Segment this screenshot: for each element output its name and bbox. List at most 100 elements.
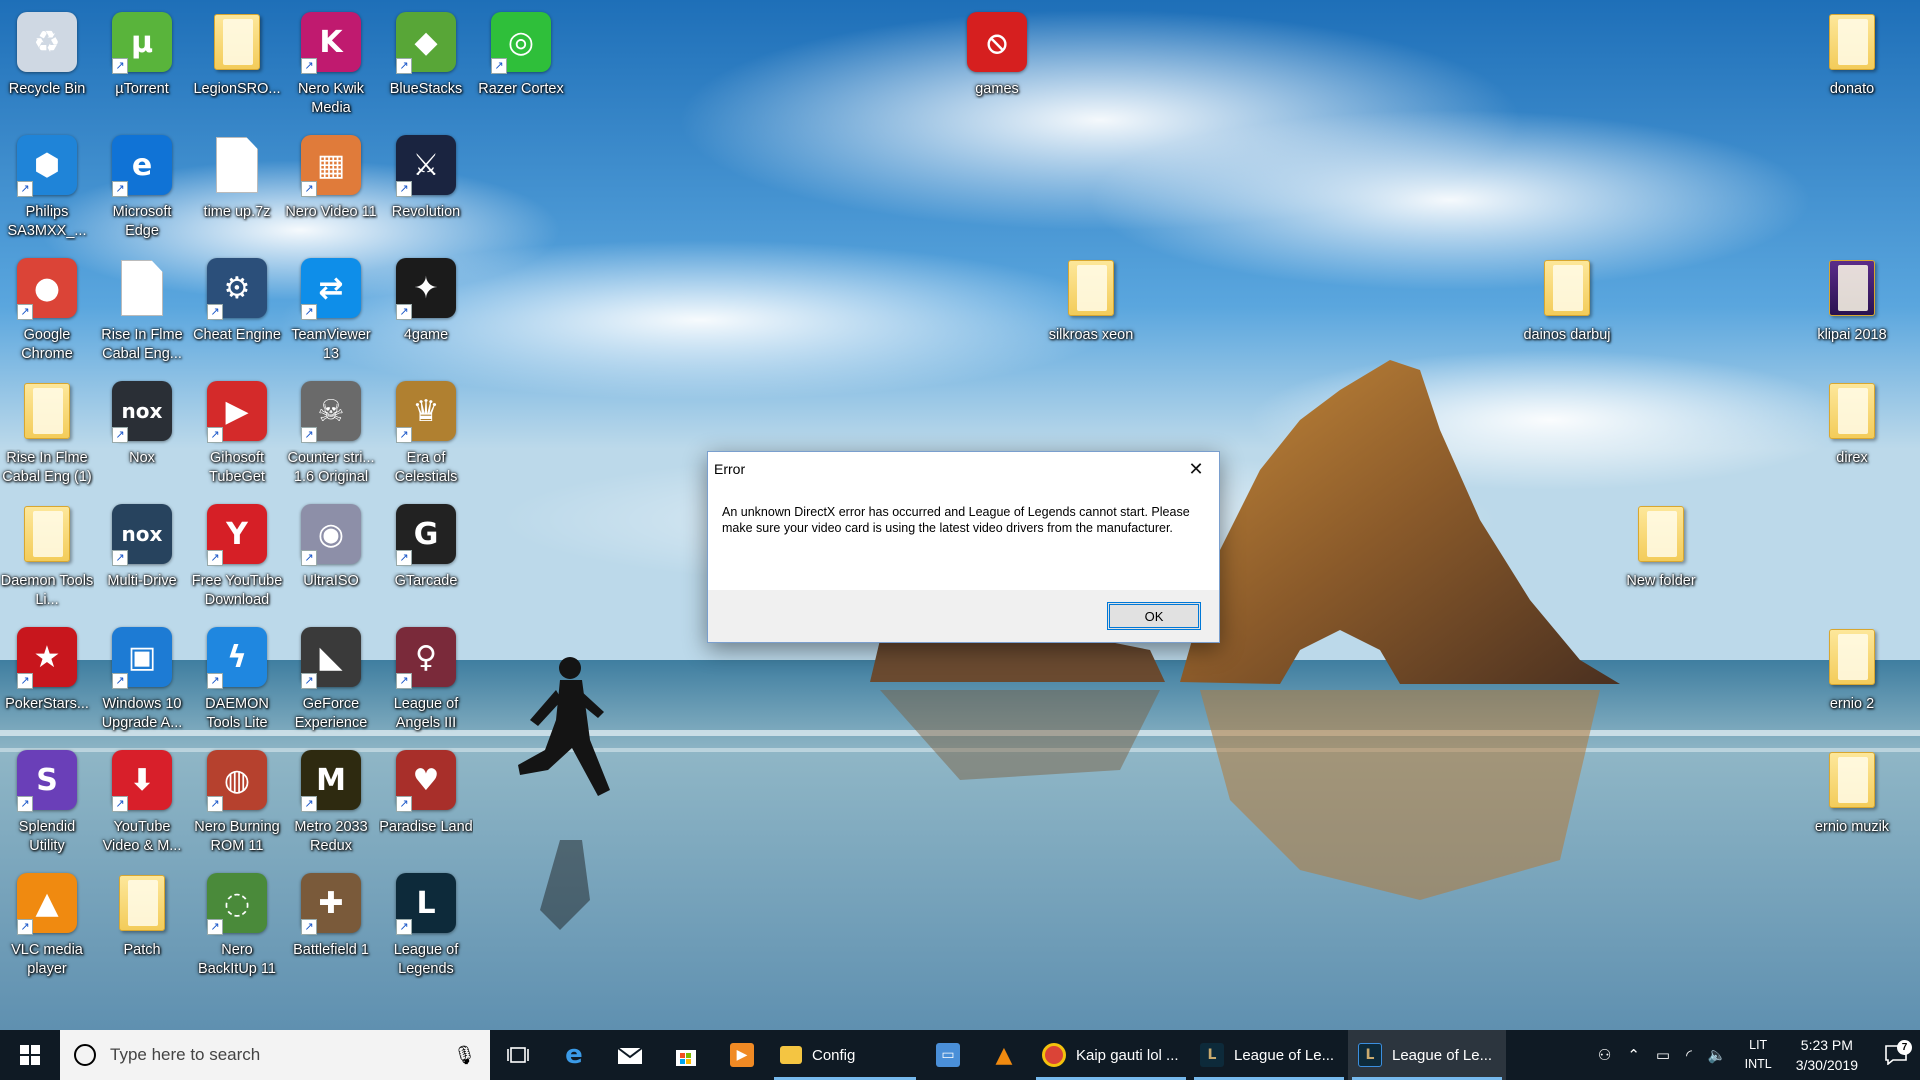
dialog-titlebar[interactable]: Error ✕ <box>708 452 1219 486</box>
taskbar-league-1[interactable]: L League of Le... <box>1190 1030 1348 1080</box>
shortcut-arrow-icon: ↗ <box>17 673 33 689</box>
desktop-icon[interactable]: ⇄ ↗ TeamViewer 13 <box>284 248 378 366</box>
desktop-icon[interactable]: ◣ ↗ GeForce Experience <box>284 617 378 735</box>
shortcut-arrow-icon: ↗ <box>301 427 317 443</box>
desktop-icon-label: Cheat Engine <box>193 327 281 343</box>
recycle-bin-icon: ♻ <box>15 10 79 74</box>
nero-burning-rom-icon: ◍ ↗ <box>205 748 269 812</box>
desktop-icon[interactable]: New folder <box>1614 494 1708 612</box>
chevron-up-icon[interactable]: ⌃ <box>1619 1046 1648 1064</box>
desktop-icon[interactable]: S ↗ Splendid Utility <box>0 740 94 858</box>
desktop-icon[interactable]: L ↗ League of Legends <box>379 863 473 981</box>
shortcut-arrow-icon: ↗ <box>207 673 223 689</box>
desktop-icon[interactable]: LegionSRO... <box>190 2 284 120</box>
desktop-icon[interactable]: ☠ ↗ Counter stri... 1.6 Original <box>284 371 378 489</box>
desktop-icon[interactable]: Rise In Flme Cabal Eng... <box>95 248 189 366</box>
desktop-icon[interactable]: nox ↗ Nox <box>95 371 189 489</box>
taskbar-edge[interactable]: e <box>546 1030 602 1080</box>
clock[interactable]: 5:23 PM 3/30/2019 <box>1782 1035 1872 1075</box>
desktop-icon[interactable]: direx <box>1805 371 1899 489</box>
desktop-icon[interactable]: ♀ ↗ League of Angels III <box>379 617 473 735</box>
file-icon <box>110 256 174 320</box>
microphone-icon[interactable]: 🎙 <box>453 1045 476 1066</box>
search-box[interactable]: Type here to search 🎙 <box>60 1030 490 1080</box>
desktop-icon[interactable]: klipai 2018 <box>1805 248 1899 366</box>
desktop-icon[interactable]: Patch <box>95 863 189 981</box>
taskbar-media[interactable]: ▶ <box>714 1030 770 1080</box>
desktop-icon[interactable]: ▦ ↗ Nero Video 11 <box>284 125 378 243</box>
desktop-icon[interactable]: ⬢ ↗ Philips SA3MXX_... <box>0 125 94 243</box>
wifi-icon[interactable]: ◜ <box>1678 1046 1700 1064</box>
desktop-icon[interactable]: ◍ ↗ Nero Burning ROM 11 <box>190 740 284 858</box>
shortcut-arrow-icon: ↗ <box>207 550 223 566</box>
taskbar-config[interactable]: Config <box>770 1030 920 1080</box>
taskbar-league-2[interactable]: L League of Le... <box>1348 1030 1506 1080</box>
desktop-icon-label: Free YouTube Download <box>191 573 283 608</box>
desktop-icon[interactable]: ♻ Recycle Bin <box>0 2 94 120</box>
task-view-button[interactable] <box>490 1030 546 1080</box>
file-explorer-icon <box>780 1046 802 1064</box>
action-center-button[interactable]: 7 <box>1872 1040 1920 1065</box>
shortcut-arrow-icon: ↗ <box>301 304 317 320</box>
desktop-icon[interactable]: ★ ↗ PokerStars... <box>0 617 94 735</box>
desktop-icon[interactable]: ✦ ↗ 4game <box>379 248 473 366</box>
desktop-icon[interactable]: e ↗ Microsoft Edge <box>95 125 189 243</box>
desktop-icon[interactable]: ◉ ↗ UltraISO <box>284 494 378 612</box>
search-placeholder: Type here to search <box>110 1045 261 1064</box>
desktop-icon[interactable]: ϟ ↗ DAEMON Tools Lite <box>190 617 284 735</box>
desktop-icon[interactable]: µ ↗ µTorrent <box>95 2 189 120</box>
desktop-icon[interactable]: ⚔ ↗ Revolution <box>379 125 473 243</box>
start-button[interactable] <box>0 1030 60 1080</box>
desktop-icon-label: Patch <box>123 942 161 958</box>
people-icon[interactable]: ⚇ <box>1590 1046 1619 1064</box>
desktop-icon[interactable]: ⚙ ↗ Cheat Engine <box>190 248 284 366</box>
taskbar-store[interactable] <box>658 1030 714 1080</box>
desktop-icon[interactable]: ernio 2 <box>1805 617 1899 735</box>
desktop-icon[interactable]: ◆ ↗ BlueStacks <box>379 2 473 120</box>
desktop-icon[interactable]: time up.7z <box>190 125 284 243</box>
desktop-icon[interactable]: nox ↗ Multi-Drive <box>95 494 189 612</box>
desktop-icon[interactable]: ● ↗ Google Chrome <box>0 248 94 366</box>
desktop-icon[interactable]: donato <box>1805 2 1899 120</box>
desktop-icon[interactable]: ◎ ↗ Razer Cortex <box>474 2 568 120</box>
taskbar-mail[interactable] <box>602 1030 658 1080</box>
desktop-icon[interactable]: Y ↗ Free YouTube Download <box>190 494 284 612</box>
desktop-icon[interactable]: ◌ ↗ Nero BackItUp 11 <box>190 863 284 981</box>
counter-strike-icon: ☠ ↗ <box>299 379 363 443</box>
desktop-icon[interactable]: ✚ ↗ Battlefield 1 <box>284 863 378 981</box>
desktop-icon[interactable]: ⬇ ↗ YouTube Video & M... <box>95 740 189 858</box>
desktop-icon[interactable]: M ↗ Metro 2033 Redux <box>284 740 378 858</box>
desktop-icon[interactable]: dainos darbuj <box>1520 248 1614 366</box>
taskbar-item-label: League of Le... <box>1392 1046 1493 1064</box>
desktop-icon[interactable]: ernio muzik <box>1805 740 1899 858</box>
input-language[interactable]: LIT INTL <box>1735 1036 1782 1074</box>
shortcut-arrow-icon: ↗ <box>207 304 223 320</box>
folder-icon <box>1629 502 1693 566</box>
desktop-icon[interactable]: ⦸ games <box>950 2 1044 120</box>
shortcut-arrow-icon: ↗ <box>112 550 128 566</box>
chrome-icon <box>1042 1043 1066 1067</box>
desktop-icon[interactable]: ▲ ↗ VLC media player <box>0 863 94 981</box>
desktop-icon[interactable]: Rise In Flme Cabal Eng (1) <box>0 371 94 489</box>
desktop-icon[interactable]: ▣ ↗ Windows 10 Upgrade A... <box>95 617 189 735</box>
desktop-icon[interactable]: silkroas xeon <box>1044 248 1138 366</box>
taskbar-chrome[interactable]: Kaip gauti lol ... <box>1032 1030 1190 1080</box>
desktop-icon[interactable]: G ↗ GTarcade <box>379 494 473 612</box>
desktop-icon[interactable]: ♛ ↗ Era of Celestials <box>379 371 473 489</box>
free-youtube-download-icon: Y ↗ <box>205 502 269 566</box>
desktop-icon[interactable]: Daemon Tools Li... <box>0 494 94 612</box>
battery-icon[interactable]: ▭ <box>1648 1046 1678 1064</box>
razer-cortex-icon: ◎ ↗ <box>489 10 553 74</box>
ok-button[interactable]: OK <box>1107 602 1201 630</box>
desktop-icon[interactable]: K ↗ Nero Kwik Media <box>284 2 378 120</box>
taskbar-vlc[interactable]: ▲ <box>976 1030 1032 1080</box>
volume-icon[interactable]: 🔈 <box>1700 1046 1735 1064</box>
taskbar-network[interactable]: ▭ <box>920 1030 976 1080</box>
shortcut-arrow-icon: ↗ <box>17 304 33 320</box>
desktop-icon[interactable]: ♥ ↗ Paradise Land <box>379 740 473 858</box>
desktop-icon-label: Splendid Utility <box>18 819 76 854</box>
media-player-icon: ▶ <box>730 1043 754 1067</box>
shortcut-arrow-icon: ↗ <box>17 919 33 935</box>
desktop-icon[interactable]: ▶ ↗ Gihosoft TubeGet <box>190 371 284 489</box>
close-icon[interactable]: ✕ <box>1173 452 1219 486</box>
